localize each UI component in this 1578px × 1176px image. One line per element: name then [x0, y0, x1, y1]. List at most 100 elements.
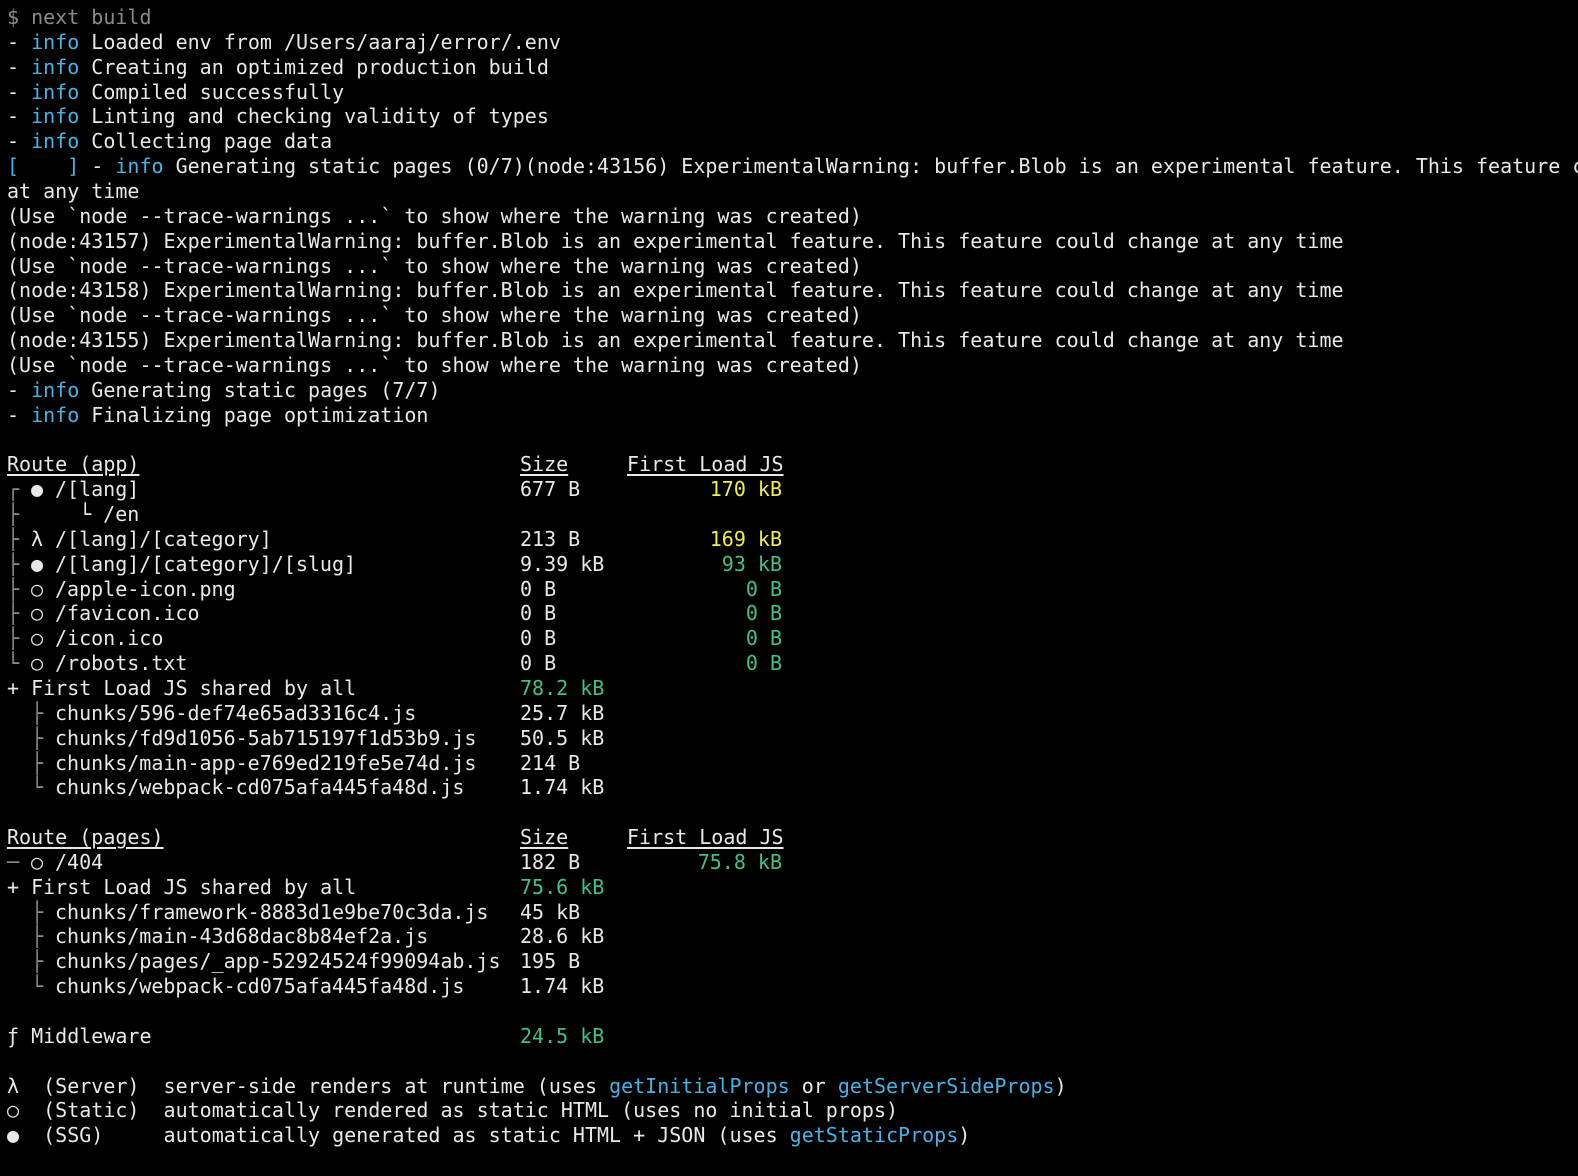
log-text: (Use `node --trace-warnings ...` to show…: [7, 352, 862, 377]
route-table-title: Route (app): [7, 452, 140, 477]
api-link-getserversideprops[interactable]: getServerSideProps: [838, 1074, 1055, 1098]
log-line: $ next build: [7, 5, 152, 30]
log-line: (Use `node --trace-warnings ...` to show…: [7, 254, 862, 279]
chunk-size: 214 B: [520, 750, 581, 775]
route-first-load: 170 kB: [709, 477, 782, 502]
chunk-size: 25.7 kB: [520, 700, 605, 725]
log-text: -: [7, 29, 32, 54]
log-line: - info Creating an optimized production …: [7, 55, 549, 80]
route-first-load: 169 kB: [709, 526, 782, 551]
log-line: - info Loaded env from /Users/aaraj/erro…: [7, 30, 561, 55]
log-text: (Use `node --trace-warnings ...` to show…: [7, 253, 862, 278]
chunk-file-name: chunks/framework-8883d1e9be70c3da.js: [55, 899, 489, 924]
tree-connector: └: [31, 775, 44, 800]
info-label: info: [31, 377, 80, 402]
first-load-column-header: First Load JS: [627, 452, 784, 477]
log-text: Linting and checking validity of types: [79, 104, 549, 129]
log-text: -: [79, 154, 116, 179]
log-line: - info Compiled successfully: [7, 80, 344, 105]
tree-connector: ├: [31, 750, 44, 775]
log-text: -: [7, 79, 32, 104]
log-text: Compiled successfully: [79, 79, 345, 104]
log-line: (node:43158) ExperimentalWarning: buffer…: [7, 278, 1344, 303]
legend-line: ● (SSG) automatically generated as stati…: [7, 1123, 970, 1148]
chunk-file-name: chunks/main-app-e769ed219fe5e74d.js: [55, 750, 477, 775]
tree-connector: ├: [7, 502, 20, 526]
log-line: [ ] - info Generating static pages (0/7)…: [7, 154, 1578, 179]
log-text: at any time: [7, 178, 140, 203]
chunk-file-name: chunks/fd9d1056-5ab715197f1d53b9.js: [55, 725, 477, 750]
info-label: info: [31, 29, 80, 54]
chunk-file-name: chunks/pages/_app-52924524f99094ab.js: [55, 949, 501, 974]
log-line: (node:43157) ExperimentalWarning: buffer…: [7, 229, 1344, 254]
route-first-load: 0 B: [745, 601, 782, 626]
log-line: (Use `node --trace-warnings ...` to show…: [7, 204, 862, 229]
api-link-getstaticprops[interactable]: getStaticProps: [790, 1123, 959, 1147]
log-line: - info Linting and checking validity of …: [7, 104, 549, 129]
shared-js-size: 75.6 kB: [520, 874, 605, 899]
info-label: info: [31, 129, 80, 154]
chunk-file-name: chunks/596-def74e65ad3316c4.js: [55, 700, 417, 725]
log-text: ): [958, 1123, 971, 1148]
log-text: -: [7, 104, 32, 129]
legend-line: ○ (Static) automatically rendered as sta…: [7, 1098, 898, 1123]
terminal-window[interactable]: $ next build - info Loaded env from /User…: [0, 0, 1578, 1176]
size-column-header: Size: [520, 825, 569, 850]
log-text: (node:43158) ExperimentalWarning: buffer…: [7, 278, 1344, 303]
log-text: ): [1054, 1073, 1067, 1098]
chunk-file-name: chunks/webpack-cd075afa445fa48d.js: [55, 775, 465, 800]
log-text: Creating an optimized production build: [79, 54, 549, 79]
log-text: Generating static pages (0/7)(node:43156…: [163, 154, 1578, 179]
route-first-load: 93 kB: [721, 551, 782, 576]
middleware-size: 24.5 kB: [520, 1023, 605, 1048]
tree-connector: ├: [31, 949, 44, 974]
chunk-size: 195 B: [520, 949, 581, 974]
info-label: info: [31, 54, 80, 79]
log-line: at any time: [7, 179, 139, 204]
route-first-load: 0 B: [745, 626, 782, 651]
api-link-getinitialprops[interactable]: getInitialProps: [609, 1074, 790, 1098]
chunk-size: 28.6 kB: [520, 924, 605, 949]
middleware-label: ƒ Middleware: [7, 1023, 152, 1048]
chunk-size: 1.74 kB: [520, 775, 605, 800]
route-first-load: 0 B: [745, 576, 782, 601]
log-line: (Use `node --trace-warnings ...` to show…: [7, 353, 862, 378]
log-line: - info Collecting page data: [7, 129, 332, 154]
log-text: (node:43155) ExperimentalWarning: buffer…: [7, 328, 1344, 353]
log-text: Collecting page data: [79, 129, 333, 154]
route-first-load: 0 B: [745, 651, 782, 676]
info-label: info: [31, 402, 80, 427]
chunk-size: 1.74 kB: [520, 974, 605, 999]
tree-connector: ├: [31, 725, 44, 750]
info-label: [ ]: [7, 154, 80, 179]
log-text: -: [7, 402, 32, 427]
tree-connector: ├: [31, 899, 44, 924]
log-text: Finalizing page optimization: [79, 402, 429, 427]
log-text: -: [7, 129, 32, 154]
route-table-title: Route (pages): [7, 825, 164, 850]
log-text: Generating static pages (7/7): [79, 377, 441, 402]
log-text: -: [7, 54, 32, 79]
chunk-size: 50.5 kB: [520, 725, 605, 750]
log-text: -: [7, 377, 32, 402]
chunk-file-name: chunks/main-43d68dac8b84ef2a.js: [55, 924, 429, 949]
route-first-load: 75.8 kB: [697, 849, 782, 874]
info-label: info: [115, 154, 164, 179]
chunk-size: 45 kB: [520, 899, 581, 924]
route-path: └ /en: [55, 502, 140, 526]
tree-connector: ├: [31, 700, 44, 725]
shared-js-label: + First Load JS shared by all: [7, 675, 357, 700]
info-label: info: [31, 104, 80, 129]
info-label: info: [31, 79, 80, 104]
log-line: (node:43155) ExperimentalWarning: buffer…: [7, 328, 1344, 353]
legend-line: λ (Server) server-side renders at runtim…: [7, 1074, 1067, 1099]
log-text: (node:43157) ExperimentalWarning: buffer…: [7, 228, 1344, 253]
first-load-column-header: First Load JS: [627, 825, 784, 850]
log-line: - info Generating static pages (7/7): [7, 378, 441, 403]
log-line: (Use `node --trace-warnings ...` to show…: [7, 303, 862, 328]
size-column-header: Size: [520, 452, 569, 477]
tree-connector: ├: [31, 924, 44, 949]
log-text: or: [789, 1073, 838, 1098]
shared-js-size: 78.2 kB: [520, 675, 605, 700]
log-text: (Use `node --trace-warnings ...` to show…: [7, 203, 862, 228]
